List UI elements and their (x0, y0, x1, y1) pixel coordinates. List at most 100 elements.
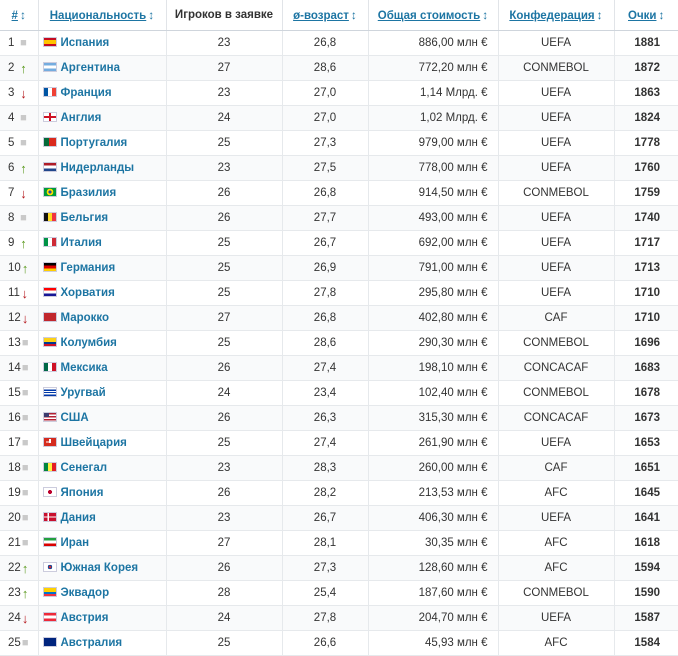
column-header-rank[interactable]: # ↕ (0, 0, 39, 31)
country-link[interactable]: Испания (61, 37, 110, 49)
value-cell: 1,02 Млрд. € (368, 105, 499, 131)
trend-up-icon: ↑ (21, 560, 29, 576)
points-cell: 1651 (614, 455, 678, 481)
players-cell: 23 (166, 155, 283, 181)
rank-cell: 3 ↓ (0, 80, 39, 106)
players-cell: 27 (166, 530, 283, 556)
trend-same-icon: ■ (21, 462, 29, 474)
country-link[interactable]: Аргентина (61, 62, 121, 74)
table-row: 9 ↑ Италия 25 26,7 692,00 млн € UEFA 1717 (0, 230, 678, 256)
players-cell: 25 (166, 280, 283, 306)
country-link[interactable]: Англия (61, 112, 102, 124)
nationality-cell: Дания (38, 505, 167, 531)
table-row: 18 ■ Сенегал 23 28,3 260,00 млн € CAF 1651 (0, 455, 678, 481)
sort-icon[interactable]: ↕ (597, 8, 603, 22)
rank-number: 15 (8, 387, 21, 399)
value-cell: 102,40 млн € (368, 380, 499, 406)
trend-up-icon: ↑ (20, 160, 27, 176)
country-link[interactable]: Германия (61, 262, 116, 274)
rank-cell: 22 ↑ (0, 555, 39, 581)
confederation-cell: UEFA (498, 130, 615, 156)
country-link[interactable]: Франция (61, 87, 112, 99)
column-header-confederation[interactable]: Конфедерация ↕ (498, 0, 615, 31)
rank-number: 3 (8, 87, 15, 99)
sort-icon[interactable]: ↕ (20, 8, 26, 22)
rank-cell: 2 ↑ (0, 55, 39, 81)
table-row: 12 ↓ Марокко 27 26,8 402,80 млн € CAF 1710 (0, 305, 678, 331)
country-link[interactable]: Австрия (61, 612, 109, 624)
nationality-cell: Англия (38, 105, 167, 131)
country-link[interactable]: Марокко (61, 312, 110, 324)
nationality-cell: Южная Корея (38, 555, 167, 581)
sort-icon[interactable]: ↕ (658, 8, 664, 22)
value-cell: 260,00 млн € (368, 455, 499, 481)
players-cell: 25 (166, 130, 283, 156)
confederation-cell: CAF (498, 305, 615, 331)
table-row: 25 ■ Австралия 25 26,6 45,93 млн € AFC 1584 (0, 630, 678, 656)
confederation-cell: UEFA (498, 30, 615, 56)
nationality-cell: Германия (38, 255, 167, 281)
column-header-nationality[interactable]: Национальность ↕ (38, 0, 167, 31)
points-cell: 1740 (614, 205, 678, 231)
nationality-cell: Марокко (38, 305, 167, 331)
table-row: 17 ■ Швейцария 25 27,4 261,90 млн € UEFA 1653 (0, 430, 678, 456)
confederation-cell: UEFA (498, 430, 615, 456)
country-link[interactable]: Италия (61, 237, 102, 249)
table-row: 19 ■ Япония 26 28,2 213,53 млн € AFC 1645 (0, 480, 678, 506)
trend-same-icon: ■ (21, 512, 29, 524)
country-link[interactable]: Мексика (61, 362, 108, 374)
country-link[interactable]: Южная Корея (61, 562, 139, 574)
country-link[interactable]: США (61, 412, 89, 424)
nationality-cell: Уругвай (38, 380, 167, 406)
nationality-cell: Хорватия (38, 280, 167, 306)
age-cell: 26,9 (282, 255, 369, 281)
points-cell: 1653 (614, 430, 678, 456)
rank-cell: 16 ■ (0, 405, 39, 431)
nationality-cell: Швейцария (38, 430, 167, 456)
country-link[interactable]: Дания (61, 512, 96, 524)
points-cell: 1759 (614, 180, 678, 206)
france-flag-icon (42, 87, 57, 97)
confederation-cell: AFC (498, 530, 615, 556)
country-link[interactable]: Япония (61, 487, 104, 499)
country-link[interactable]: Австралия (61, 637, 123, 649)
column-header-points[interactable]: Очки ↕ (614, 0, 678, 31)
country-link[interactable]: Уругвай (61, 387, 106, 399)
country-link[interactable]: Сенегал (61, 462, 108, 474)
players-cell: 23 (166, 80, 283, 106)
rank-number: 17 (8, 437, 21, 449)
column-header-age[interactable]: ø-возраст ↕ (282, 0, 369, 31)
country-link[interactable]: Нидерланды (61, 162, 135, 174)
table-row: 22 ↑ Южная Корея 26 27,3 128,60 млн € AFC 1594 (0, 555, 678, 581)
sort-icon[interactable]: ↕ (482, 8, 488, 22)
rank-cell: 19 ■ (0, 480, 39, 506)
rank-number: 5 (8, 137, 15, 149)
rank-cell: 24 ↓ (0, 605, 39, 631)
country-link[interactable]: Бельгия (61, 212, 109, 224)
age-cell: 27,3 (282, 130, 369, 156)
players-cell: 24 (166, 380, 283, 406)
table-row: 20 ■ Дания 23 26,7 406,30 млн € UEFA 1641 (0, 505, 678, 531)
points-cell: 1683 (614, 355, 678, 381)
sort-icon[interactable]: ↕ (148, 8, 154, 22)
confederation-cell: AFC (498, 480, 615, 506)
table-row: 8 ■ Бельгия 26 27,7 493,00 млн € UEFA 1740 (0, 205, 678, 231)
country-link[interactable]: Португалия (61, 137, 128, 149)
trend-same-icon: ■ (21, 437, 29, 449)
column-header-value[interactable]: Общая стоимость ↕ (368, 0, 499, 31)
country-link[interactable]: Швейцария (61, 437, 127, 449)
country-link[interactable]: Эквадор (61, 587, 110, 599)
sort-icon[interactable]: ↕ (351, 8, 357, 22)
argentina-flag-icon (42, 62, 57, 72)
rank-cell: 17 ■ (0, 430, 39, 456)
country-link[interactable]: Хорватия (61, 287, 115, 299)
country-link[interactable]: Иран (61, 537, 90, 549)
players-cell: 23 (166, 30, 283, 56)
country-link[interactable]: Колумбия (61, 337, 117, 349)
trend-down-icon: ↓ (20, 185, 27, 201)
confederation-cell: UEFA (498, 80, 615, 106)
points-cell: 1673 (614, 405, 678, 431)
country-link[interactable]: Бразилия (61, 187, 117, 199)
points-cell: 1710 (614, 305, 678, 331)
rank-number: 16 (8, 412, 21, 424)
